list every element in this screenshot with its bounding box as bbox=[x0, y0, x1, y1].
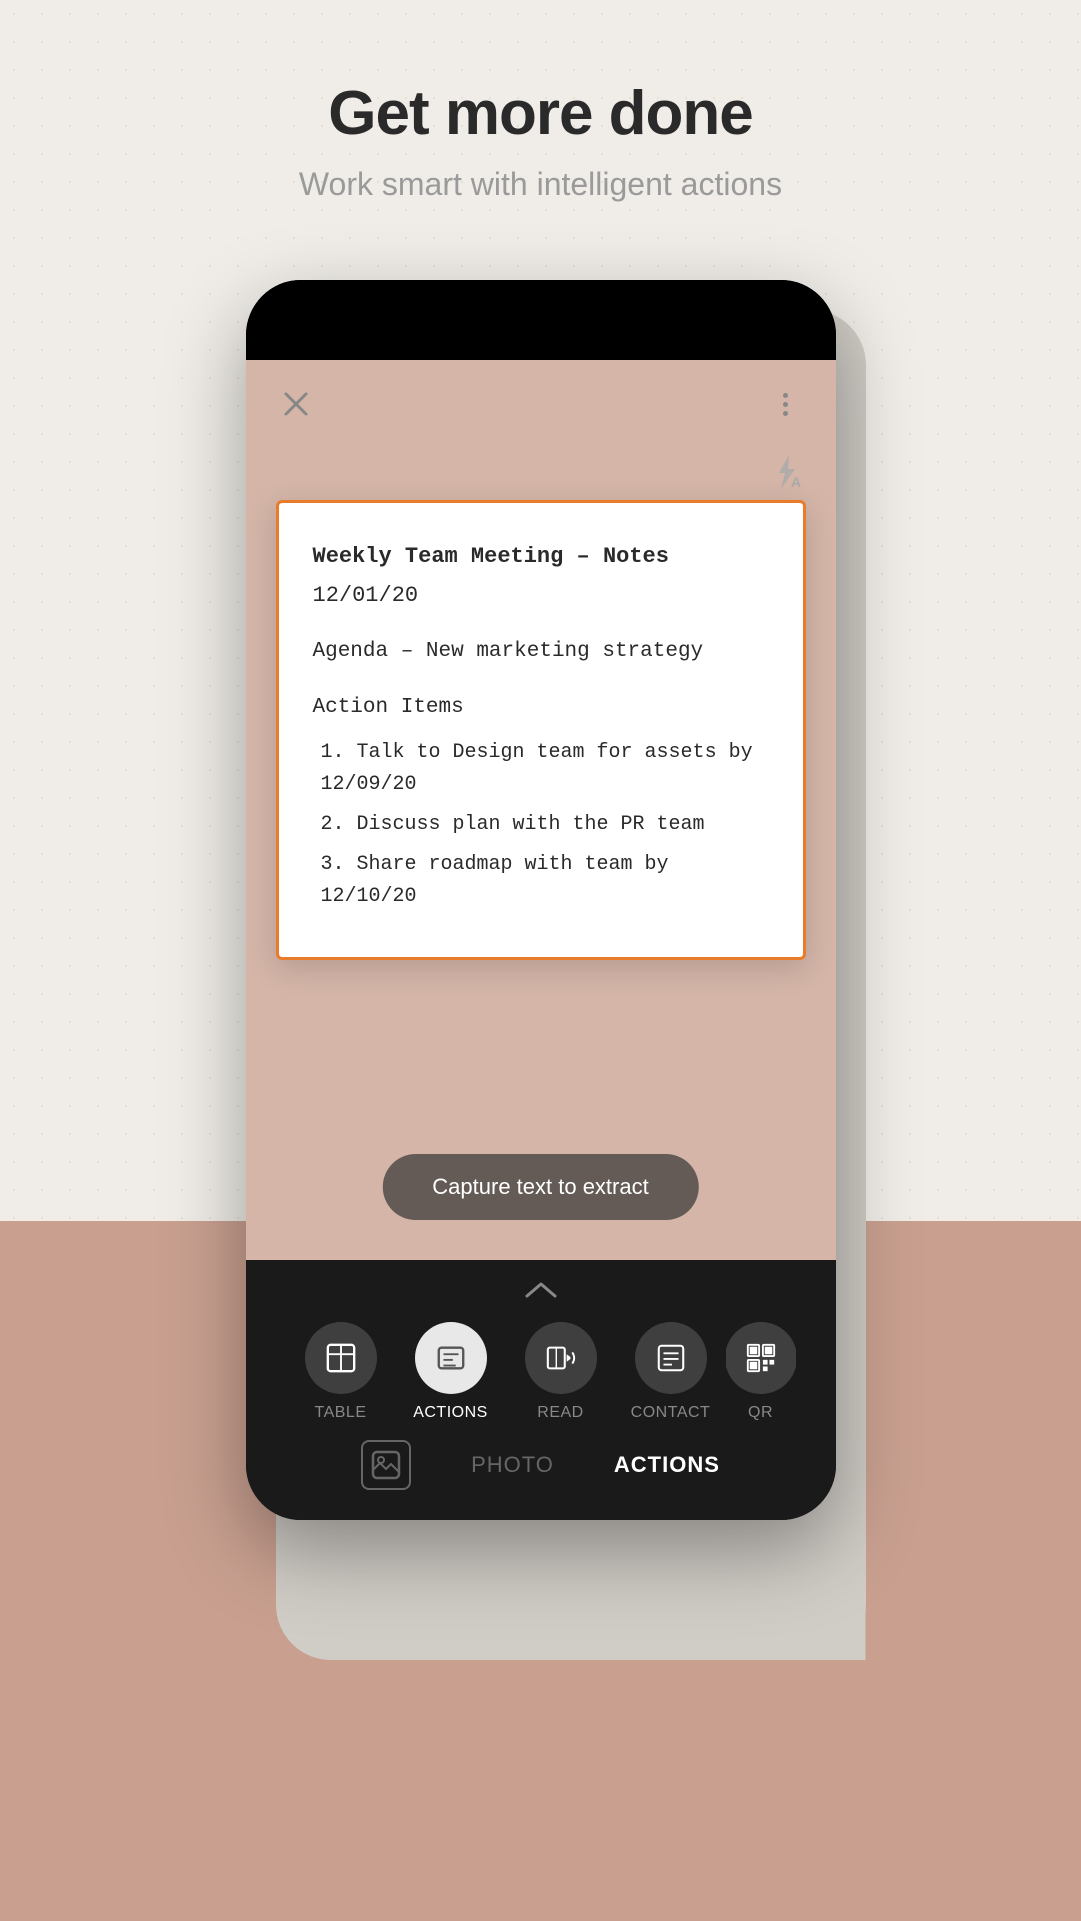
doc-item-3: 3. Share roadmap with team by 12/10/20 bbox=[313, 849, 769, 913]
contact-icon-circle bbox=[635, 1322, 707, 1394]
mode-table[interactable]: TABLE bbox=[286, 1322, 396, 1422]
qr-label: QR bbox=[748, 1404, 773, 1422]
doc-date: 12/01/20 bbox=[313, 578, 769, 613]
qr-icon-circle bbox=[726, 1322, 796, 1394]
actions-label: ACTIONS bbox=[413, 1404, 488, 1422]
page-title: Get more done bbox=[0, 80, 1081, 148]
up-chevron[interactable] bbox=[246, 1280, 836, 1306]
close-button[interactable] bbox=[274, 382, 318, 426]
doc-item-2: 2. Discuss plan with the PR team bbox=[313, 809, 769, 841]
read-label: READ bbox=[537, 1404, 583, 1422]
table-label: TABLE bbox=[315, 1404, 367, 1422]
doc-agenda: Agenda – New marketing strategy bbox=[313, 635, 769, 669]
camera-top-controls bbox=[246, 360, 836, 448]
doc-section-title: Action Items bbox=[313, 691, 769, 725]
mode-actions[interactable]: ACTIONS bbox=[396, 1322, 506, 1422]
phone-topbar bbox=[246, 280, 836, 360]
doc-title: Weekly Team Meeting – Notes bbox=[313, 539, 769, 574]
phone-body: A Weekly Team Meeting – Notes 12/01/20 A… bbox=[246, 280, 836, 1520]
bottom-tabs: PHOTO ACTIONS bbox=[246, 1440, 836, 1490]
read-icon-circle bbox=[525, 1322, 597, 1394]
contact-label: CONTACT bbox=[631, 1404, 711, 1422]
header-section: Get more done Work smart with intelligen… bbox=[0, 0, 1081, 243]
flash-icon[interactable]: A bbox=[764, 450, 808, 494]
page-subtitle: Work smart with intelligent actions bbox=[0, 166, 1081, 203]
tab-photo[interactable]: PHOTO bbox=[471, 1452, 554, 1478]
gallery-icon[interactable] bbox=[361, 1440, 411, 1490]
paper-corner bbox=[786, 1580, 866, 1660]
document-card: Weekly Team Meeting – Notes 12/01/20 Age… bbox=[276, 500, 806, 960]
tab-actions[interactable]: ACTIONS bbox=[614, 1452, 720, 1478]
more-button[interactable] bbox=[764, 382, 808, 426]
mode-qr[interactable]: QR bbox=[726, 1322, 796, 1422]
capture-button[interactable]: Capture text to extract bbox=[382, 1154, 698, 1220]
camera-view: A Weekly Team Meeting – Notes 12/01/20 A… bbox=[246, 360, 836, 1260]
phone-mockup: A Weekly Team Meeting – Notes 12/01/20 A… bbox=[246, 280, 836, 1520]
mode-icons-row: TABLE ACTIONS bbox=[246, 1322, 836, 1422]
actions-icon-circle bbox=[415, 1322, 487, 1394]
phone-bottom-bar: TABLE ACTIONS bbox=[246, 1260, 836, 1520]
mode-read[interactable]: READ bbox=[506, 1322, 616, 1422]
doc-item-1: 1. Talk to Design team for assets by 12/… bbox=[313, 737, 769, 801]
table-icon-circle bbox=[305, 1322, 377, 1394]
svg-text:A: A bbox=[791, 474, 801, 490]
mode-contact[interactable]: CONTACT bbox=[616, 1322, 726, 1422]
